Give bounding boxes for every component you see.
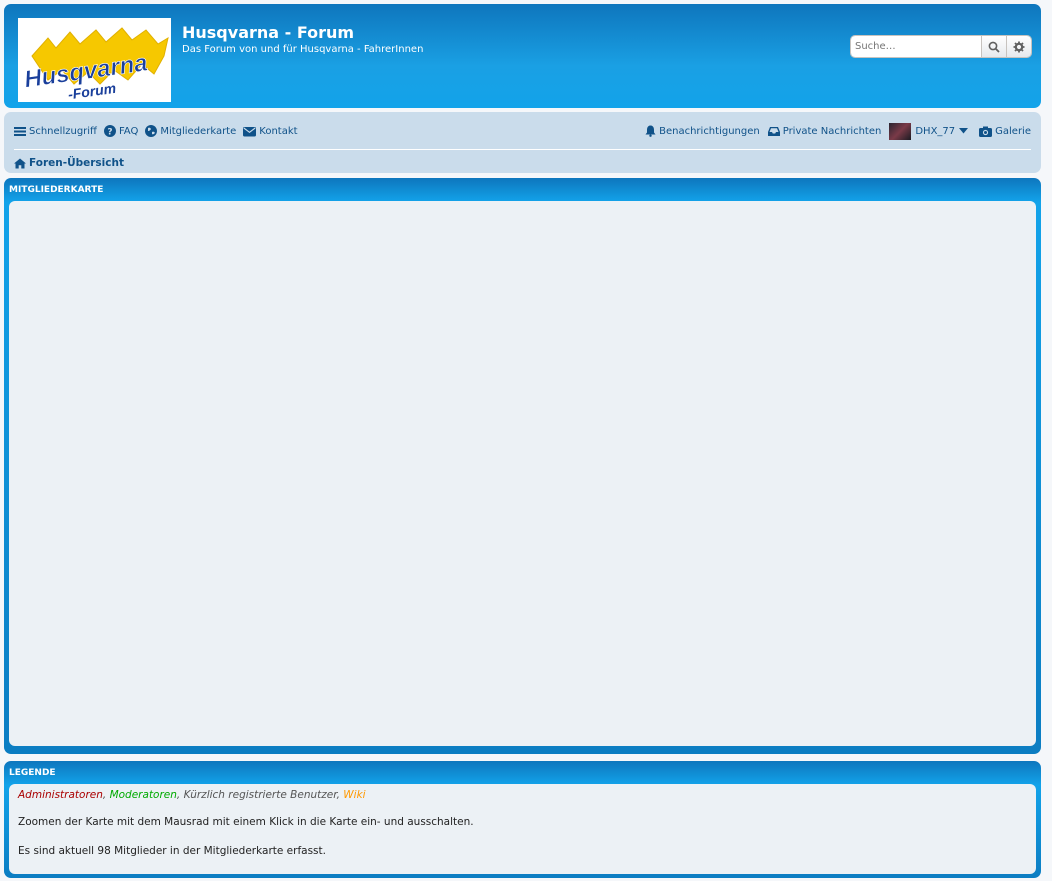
question-circle-icon: ? (103, 125, 116, 138)
legend-group-moderators[interactable]: Moderatoren (110, 789, 177, 801)
advanced-search-button[interactable] (1006, 36, 1031, 57)
bell-icon (645, 125, 656, 137)
site-description: Das Forum von und für Husqvarna - Fahrer… (182, 44, 424, 55)
search-input[interactable] (851, 36, 981, 57)
member-count-text: Es sind aktuell 98 Mitglieder in der Mit… (18, 845, 326, 857)
nav-user-menu[interactable]: DHX_77 (889, 122, 971, 140)
nav-member-map[interactable]: Mitgliederkarte (145, 125, 236, 137)
site-logo[interactable]: Husqvarna -Forum (18, 18, 171, 102)
nav-divider (14, 149, 1031, 150)
legend-groups: Administratoren, Moderatoren, Kürzlich r… (18, 789, 366, 801)
nav-quick-links-label: Schnellzugriff (29, 125, 97, 137)
nav-contact[interactable]: Kontakt (243, 125, 298, 137)
envelope-icon (243, 126, 257, 136)
svg-text:?: ? (107, 128, 112, 138)
legend-group-wiki[interactable]: Wiki (343, 789, 365, 801)
nav-username: DHX_77 (915, 125, 956, 137)
site-title[interactable]: Husqvarna - Forum (182, 23, 354, 42)
panel-title: MITGLIEDERKARTE (9, 185, 104, 195)
member-map-panel: MITGLIEDERKARTE (4, 178, 1041, 754)
panel-title: LEGENDE (9, 768, 56, 778)
avatar (889, 122, 912, 140)
globe-icon (145, 125, 158, 137)
nav-notifications[interactable]: Benachrichtigungen (645, 125, 760, 137)
legend-group-new-users[interactable]: Kürzlich registrierte Benutzer (184, 789, 337, 801)
breadcrumb-label: Foren-Übersicht (29, 157, 125, 169)
home-icon (14, 158, 26, 168)
legend-panel: LEGENDE Administratoren, Moderatoren, Kü… (4, 761, 1041, 878)
nav-gallery[interactable]: Galerie (979, 126, 1031, 137)
camera-icon (979, 126, 993, 137)
nav-contact-label: Kontakt (259, 125, 298, 137)
legend-separator: , (176, 789, 184, 801)
nav-row: Schnellzugriff ? FAQ Mitgliederkarte Kon… (14, 122, 1031, 140)
nav-quick-links[interactable]: Schnellzugriff (14, 126, 97, 137)
nav-private-messages[interactable]: Private Nachrichten (767, 125, 882, 137)
search-icon (988, 41, 1000, 53)
search-button[interactable] (981, 36, 1006, 57)
nav-member-map-label: Mitgliederkarte (160, 125, 237, 137)
zoom-info-text: Zoomen der Karte mit dem Mausrad mit ein… (18, 816, 474, 828)
inbox-icon (767, 126, 780, 136)
nav-right: Benachrichtigungen Private Nachrichten D… (637, 122, 1031, 140)
nav-private-messages-label: Private Nachrichten (782, 125, 882, 137)
legend-separator: , (102, 789, 110, 801)
caret-down-icon (959, 128, 969, 134)
legend-content: Administratoren, Moderatoren, Kürzlich r… (9, 784, 1036, 874)
navbar: Schnellzugriff ? FAQ Mitgliederkarte Kon… (4, 112, 1041, 173)
site-header: Husqvarna -Forum Husqvarna - Forum Das F… (4, 4, 1041, 108)
nav-left: Schnellzugriff ? FAQ Mitgliederkarte Kon… (14, 125, 305, 137)
legend-group-administrators[interactable]: Administratoren (18, 789, 103, 801)
nav-faq[interactable]: ? FAQ (103, 125, 139, 138)
search-box (851, 36, 1031, 57)
bars-icon (14, 126, 26, 136)
breadcrumb[interactable]: Foren-Übersicht (14, 157, 124, 169)
nav-faq-label: FAQ (118, 125, 139, 137)
gear-icon (1013, 41, 1025, 52)
nav-gallery-label: Galerie (995, 125, 1031, 137)
nav-notifications-label: Benachrichtigungen (659, 125, 760, 137)
husqvarna-logo-icon: Husqvarna -Forum (22, 27, 169, 102)
member-map-area[interactable] (9, 201, 1036, 746)
